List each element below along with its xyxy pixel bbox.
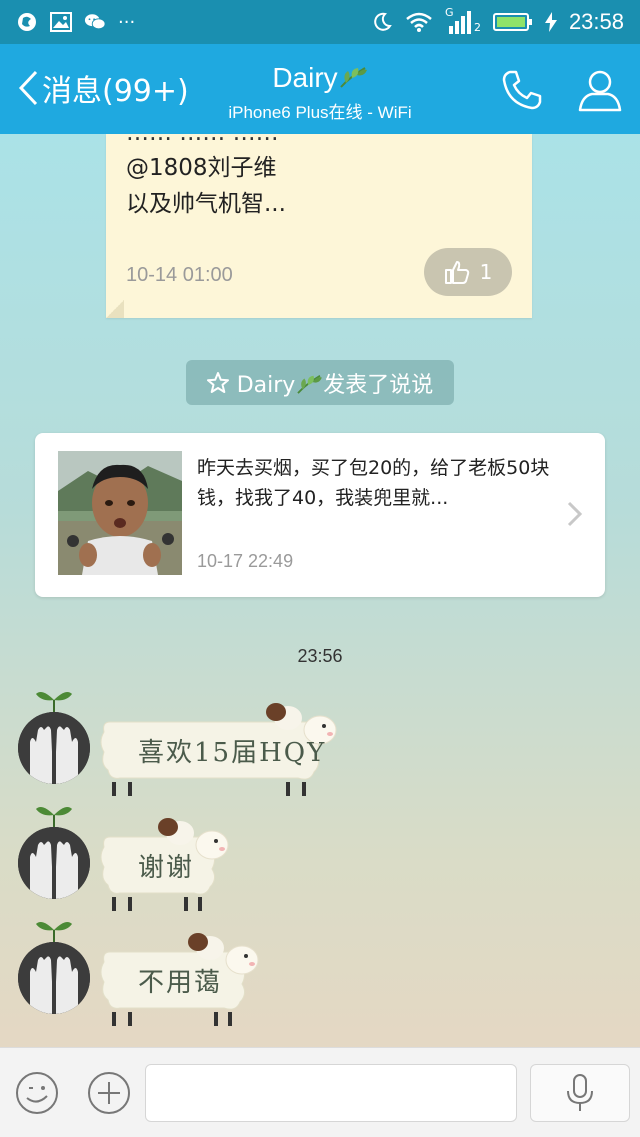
post-thumbnail [58,451,182,575]
image-icon [50,11,72,33]
message-text: 不用蔼 [138,968,223,998]
input-bar [0,1047,640,1137]
like-count: 1 [479,260,493,284]
feed-post-card[interactable]: 昨天去买烟，买了包20的，给了老板50块钱，找我了40，我装兜里就... 10-… [35,433,605,597]
back-button[interactable]: 消息(99+) [16,66,189,110]
like-button[interactable]: 1 [424,248,512,296]
person-icon [578,70,622,112]
thumbs-up-icon [444,261,469,284]
back-label: 消息(99+) [42,74,189,109]
post-timestamp: 10-17 22:49 [197,551,294,571]
message-text: 谢谢 [138,853,195,883]
chevron-right-icon [567,501,583,527]
microphone-icon [567,1074,593,1111]
profile-button[interactable] [576,66,624,114]
chat-title-text: Dairy [272,62,338,93]
sim-label: 2 [473,21,481,34]
more-dots-icon: ··· [118,11,136,33]
notice-text: 发表了说说 [323,372,434,398]
notice-name: Dairy [236,372,296,398]
chat-timestamp: 23:56 [297,646,343,666]
note-corner-fold [106,300,124,318]
avatar[interactable] [18,942,90,1014]
more-actions-button[interactable] [86,1070,132,1116]
smiley-icon [16,1072,58,1114]
wifi-icon [405,11,433,33]
note-cut-line: …… …… …… [126,134,279,146]
sender-avatar-wrap [18,918,90,1018]
message-row: 喜欢15届HQY [0,688,640,798]
voice-input-button[interactable] [530,1064,630,1122]
emoji-button[interactable] [14,1070,60,1116]
sender-avatar-wrap [18,803,90,903]
wechat-icon [84,11,106,33]
voice-call-button[interactable] [498,66,546,114]
signal-label: G [444,6,454,19]
signal-icon: G 2 [445,6,481,34]
status-left: ··· [16,11,135,33]
plus-icon [88,1072,130,1114]
status-right: G 2 23:58 [371,6,624,35]
note-card[interactable]: …… …… …… @1808刘子维 以及帅气机智... 10-14 01:00 … [106,134,532,318]
status-time: 23:58 [568,9,624,34]
sprout-icon [36,692,72,714]
status-bar: ··· G 2 23:58 [0,0,640,44]
sprout-icon [36,807,72,829]
avatar[interactable] [18,827,90,899]
charging-icon [544,11,557,33]
message-text: 喜欢15届HQY [138,738,327,768]
note-line-2: 以及帅气机智... [126,191,286,217]
note-timestamp: 10-14 01:00 [126,264,233,286]
sprout-icon [36,922,72,944]
message-row: 谢谢 [0,803,640,913]
leaf-icon [297,374,323,394]
message-input[interactable] [145,1064,517,1122]
star-icon [206,371,229,393]
phone-icon [502,70,542,110]
feed-notice: Dairy 发表了说说 [186,360,454,405]
sender-avatar-wrap [18,688,90,788]
chat-header: 消息(99+) Dairy iPhone6 Plus在线 - WiFi [0,44,640,134]
post-text: 昨天去买烟，买了包20的，给了老板50块钱，找我了40，我装兜里就... [197,457,550,509]
message-row: 不用蔼 [0,918,640,1028]
back-arrow-icon [18,70,38,106]
browser-icon [16,11,38,33]
moon-icon [371,11,393,33]
battery-icon [492,12,533,32]
avatar[interactable] [18,712,90,784]
leaf-icon [339,67,367,88]
note-line-1: @1808刘子维 [126,155,277,181]
